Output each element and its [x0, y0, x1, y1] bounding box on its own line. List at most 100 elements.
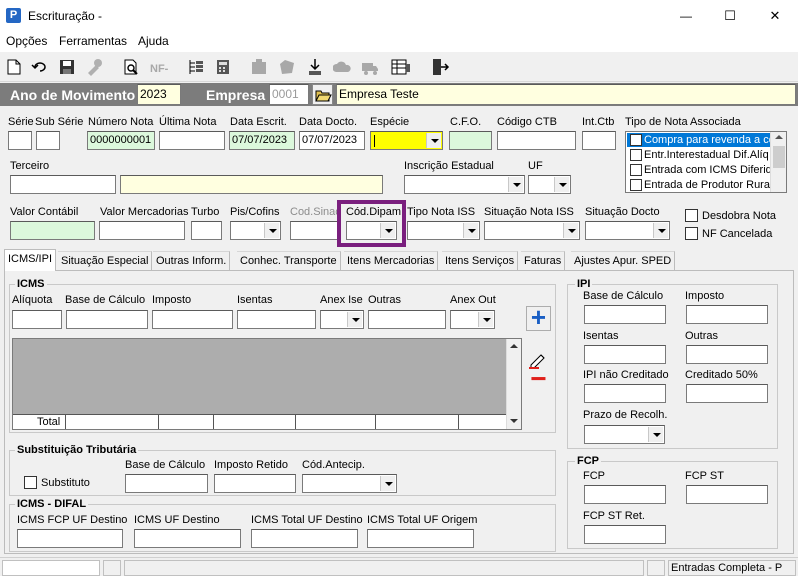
- ipi-creditado-field[interactable]: [686, 384, 768, 403]
- data-escrit-field[interactable]: 07/07/2023: [229, 131, 295, 150]
- serie-field[interactable]: [8, 131, 32, 150]
- tab-situacao-especial[interactable]: Situação Especial: [58, 251, 153, 270]
- chevron-down-icon[interactable]: [347, 312, 362, 327]
- chevron-down-icon[interactable]: [508, 177, 523, 192]
- icms-grid[interactable]: Total: [12, 338, 522, 430]
- inscricao-combo[interactable]: [404, 175, 525, 194]
- cfo-field[interactable]: [449, 131, 492, 150]
- difal-total-destino-field[interactable]: [251, 529, 358, 548]
- save-icon[interactable]: [58, 58, 76, 76]
- situacao-docto-combo[interactable]: [585, 221, 670, 240]
- chevron-down-icon[interactable]: [554, 177, 569, 192]
- valor-mercadorias-field[interactable]: [99, 221, 185, 240]
- valor-mercadorias-label: Valor Mercadorias: [100, 206, 189, 218]
- fcp-st-field[interactable]: [686, 485, 768, 504]
- tab-icms-ipi[interactable]: ICMS/IPI: [4, 249, 57, 271]
- ipi-nao-creditado-field[interactable]: [584, 384, 666, 403]
- tab-conhec-transporte[interactable]: Conhec. Transporte: [237, 251, 341, 270]
- chevron-down-icon[interactable]: [264, 223, 279, 238]
- grid-footer: [13, 414, 506, 429]
- download-icon[interactable]: [306, 58, 324, 76]
- tab-faturas[interactable]: Faturas: [521, 251, 566, 270]
- fcp-st-ret-field[interactable]: [584, 525, 666, 544]
- spreadsheet-icon[interactable]: [390, 58, 410, 76]
- anex-out-combo[interactable]: [450, 310, 495, 329]
- scroll-thumb[interactable]: [773, 146, 785, 168]
- chevron-down-icon[interactable]: [653, 223, 668, 238]
- exit-door-icon[interactable]: [430, 58, 450, 76]
- st-cod-antecip-combo[interactable]: [302, 474, 397, 493]
- close-button[interactable]: ✕: [755, 6, 795, 26]
- tab-itens-mercadorias[interactable]: Itens Mercadorias: [344, 251, 439, 270]
- tipo-nota-list[interactable]: Compra para revenda a co Entr.Interestad…: [625, 131, 787, 193]
- tipo-nota-checkbox[interactable]: [630, 179, 642, 191]
- tipo-nota-iss-combo[interactable]: [407, 221, 480, 240]
- fcp-field[interactable]: [584, 485, 666, 504]
- ipi-prazo-combo[interactable]: [584, 425, 665, 444]
- menu-ajuda[interactable]: Ajuda: [138, 35, 169, 48]
- ipi-outras-field[interactable]: [686, 345, 768, 364]
- tab-itens-servicos[interactable]: Itens Serviços: [442, 251, 519, 270]
- tipo-nota-checkbox[interactable]: [630, 164, 642, 176]
- int-ctb-field[interactable]: [582, 131, 616, 150]
- scroll-down-icon[interactable]: [510, 419, 518, 423]
- list-scrollbar[interactable]: [770, 132, 786, 192]
- numero-nota-field[interactable]: 0000000001: [87, 131, 155, 150]
- icms-outras-field[interactable]: [368, 310, 446, 329]
- new-document-icon[interactable]: [5, 58, 23, 76]
- scroll-up-icon[interactable]: [775, 135, 783, 139]
- ipi-base-field[interactable]: [584, 305, 666, 324]
- aliquota-field[interactable]: [12, 310, 62, 329]
- situacao-nota-iss-combo[interactable]: [484, 221, 580, 240]
- chevron-down-icon[interactable]: [380, 476, 395, 491]
- maximize-button[interactable]: ☐: [710, 6, 750, 26]
- icms-isentas-field[interactable]: [237, 310, 316, 329]
- turbo-field[interactable]: [191, 221, 222, 240]
- undo-icon[interactable]: [31, 58, 49, 76]
- menu-opcoes[interactable]: Opções: [6, 35, 47, 48]
- tab-ajustes-sped[interactable]: Ajustes Apur. SPED: [571, 251, 676, 270]
- grid-body: [13, 339, 506, 414]
- remove-icms-button[interactable]: −: [526, 364, 551, 394]
- minimize-button[interactable]: —: [666, 6, 706, 26]
- add-icms-button[interactable]: +: [526, 302, 551, 332]
- difal-fcp-uf-field[interactable]: [17, 529, 123, 548]
- folder-open-icon[interactable]: [312, 84, 333, 105]
- difal-uf-destino-field[interactable]: [134, 529, 241, 548]
- tab-outras-inform[interactable]: Outras Inform.: [153, 251, 231, 270]
- terceiro-field[interactable]: [10, 175, 116, 194]
- difal-total-origem-field[interactable]: [367, 529, 474, 548]
- st-imposto-retido-field[interactable]: [214, 474, 296, 493]
- tree-list-icon[interactable]: [187, 58, 205, 76]
- empresa-code-field[interactable]: 0001: [269, 84, 309, 105]
- st-base-field[interactable]: [125, 474, 208, 493]
- ano-field[interactable]: 2023: [137, 84, 181, 105]
- scroll-up-icon[interactable]: [510, 344, 518, 348]
- calculator-icon[interactable]: [214, 58, 232, 76]
- grid-scrollbar[interactable]: [506, 339, 521, 429]
- especie-combo[interactable]: [370, 131, 443, 150]
- uf-combo[interactable]: [528, 175, 571, 194]
- tipo-nota-checkbox[interactable]: [630, 149, 642, 161]
- substituto-checkbox[interactable]: [24, 476, 37, 489]
- chevron-down-icon[interactable]: [563, 223, 578, 238]
- subserie-field[interactable]: [36, 131, 60, 150]
- ipi-imposto-field[interactable]: [686, 305, 768, 324]
- codigo-ctb-field[interactable]: [497, 131, 576, 150]
- ipi-isentas-field[interactable]: [584, 345, 666, 364]
- icms-base-field[interactable]: [66, 310, 148, 329]
- menu-ferramentas[interactable]: Ferramentas: [59, 35, 127, 48]
- anex-ise-combo[interactable]: [320, 310, 364, 329]
- pis-cofins-combo[interactable]: [230, 221, 281, 240]
- icms-imposto-field[interactable]: [152, 310, 233, 329]
- data-docto-field[interactable]: 07/07/2023: [299, 131, 365, 150]
- chevron-down-icon[interactable]: [648, 427, 663, 442]
- chevron-down-icon[interactable]: [478, 312, 493, 327]
- desdobra-nota-checkbox[interactable]: [685, 209, 698, 222]
- nf-cancelada-checkbox[interactable]: [685, 227, 698, 240]
- tipo-nota-checkbox[interactable]: [630, 134, 642, 146]
- chevron-down-icon[interactable]: [463, 223, 478, 238]
- chevron-down-icon[interactable]: [426, 133, 441, 148]
- valor-contabil-field[interactable]: [10, 221, 95, 240]
- print-preview-icon[interactable]: [122, 58, 140, 76]
